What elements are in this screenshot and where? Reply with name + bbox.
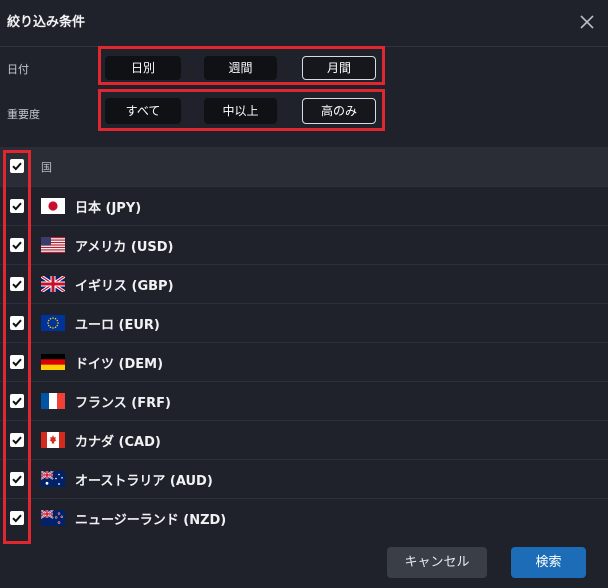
country-label-cad: カナダ (CAD) — [75, 435, 161, 450]
japan-flag-icon — [41, 198, 65, 214]
country-label-nzd: ニュージーランド (NZD) — [75, 513, 227, 528]
country-column-header: 国 — [41, 161, 52, 174]
importance-option-high-only[interactable]: 高のみ — [302, 98, 376, 124]
date-filter-label: 日付 — [7, 63, 29, 76]
dialog-header: 絞り込み条件 — [0, 0, 608, 46]
canada-flag-icon — [41, 432, 65, 448]
country-label-usd: アメリカ (USD) — [75, 240, 174, 255]
country-row-cad[interactable]: カナダ (CAD) — [0, 420, 608, 459]
country-label-jpy: 日本 (JPY) — [75, 201, 142, 216]
country-label-eur: ユーロ (EUR) — [75, 318, 160, 333]
germany-flag-icon — [41, 354, 65, 370]
country-row-jpy[interactable]: 日本 (JPY) — [0, 186, 608, 225]
country-list-header: 国 — [0, 147, 608, 186]
importance-filter-label: 重要度 — [7, 108, 40, 121]
importance-option-all[interactable]: すべて — [105, 98, 181, 124]
new-zealand-flag-icon — [41, 510, 65, 526]
country-row-gbp[interactable]: イギリス (GBP) — [0, 264, 608, 303]
usa-flag-icon — [41, 237, 65, 253]
date-option-monthly[interactable]: 月間 — [302, 56, 376, 80]
uk-flag-icon — [41, 276, 65, 292]
importance-filter-highlight: すべて 中以上 高のみ — [98, 89, 385, 131]
australia-flag-icon — [41, 471, 65, 487]
country-row-frf[interactable]: フランス (FRF) — [0, 381, 608, 420]
checkbox-column-highlight — [3, 150, 31, 544]
importance-option-medium-up[interactable]: 中以上 — [204, 98, 277, 124]
country-label-dem: ドイツ (DEM) — [75, 357, 164, 372]
search-button[interactable]: 検索 — [511, 547, 586, 578]
country-label-aud: オーストラリア (AUD) — [75, 474, 213, 489]
date-option-weekly[interactable]: 週間 — [204, 56, 277, 80]
dialog-title: 絞り込み条件 — [7, 15, 86, 30]
country-label-gbp: イギリス (GBP) — [75, 279, 174, 294]
country-row-nzd[interactable]: ニュージーランド (NZD) — [0, 498, 608, 537]
eu-flag-icon — [41, 315, 65, 331]
country-row-dem[interactable]: ドイツ (DEM) — [0, 342, 608, 381]
country-row-usd[interactable]: アメリカ (USD) — [0, 225, 608, 264]
date-option-daily[interactable]: 日別 — [105, 56, 181, 80]
france-flag-icon — [41, 393, 65, 409]
cancel-button[interactable]: キャンセル — [387, 547, 487, 578]
date-filter-highlight: 日別 週間 月間 — [98, 46, 385, 85]
country-label-frf: フランス (FRF) — [75, 396, 171, 411]
country-row-eur[interactable]: ユーロ (EUR) — [0, 303, 608, 342]
close-icon[interactable] — [578, 11, 596, 33]
country-row-aud[interactable]: オーストラリア (AUD) — [0, 459, 608, 498]
